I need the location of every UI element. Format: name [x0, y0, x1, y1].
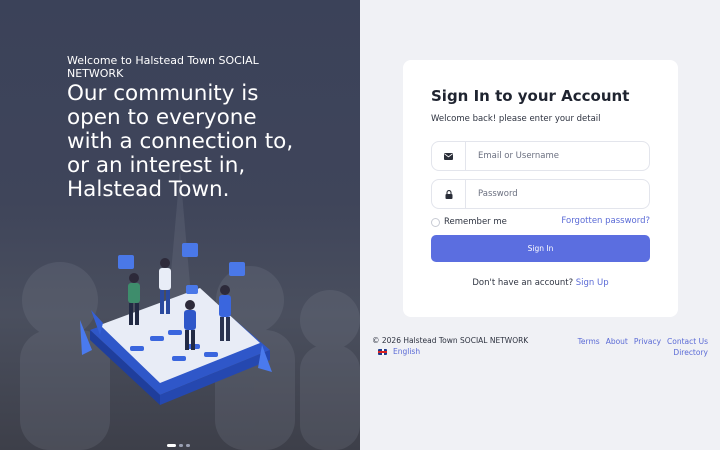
language-label[interactable]: English [393, 347, 420, 356]
envelope-icon [432, 142, 466, 170]
copyright: © 2026 Halstead Town SOCIAL NETWORK [372, 336, 529, 345]
footer-link-terms[interactable]: Terms [578, 337, 600, 346]
carousel-dot-1[interactable] [167, 444, 176, 447]
forgot-password-link[interactable]: Forgotten password? [561, 216, 650, 226]
carousel-dot-3[interactable] [186, 444, 190, 447]
password-field-group [431, 179, 650, 209]
remember-me[interactable]: Remember me [431, 217, 507, 227]
hero-headline: Our community is open to everyone with a… [67, 81, 294, 202]
signup-prompt: Don't have an account? Sign Up [403, 278, 678, 288]
footer-link-contact[interactable]: Contact Us [667, 337, 708, 346]
sign-in-button[interactable]: Sign In [431, 235, 650, 262]
login-subtitle: Welcome back! please enter your detail [431, 114, 601, 124]
lock-icon [432, 180, 466, 208]
footer-link-directory[interactable]: Directory [673, 348, 708, 357]
uk-flag-icon [378, 348, 387, 355]
hero-panel: Welcome to Halstead Town SOCIAL NETWORK … [0, 0, 360, 450]
language-selector[interactable]: English [378, 347, 420, 356]
remember-me-label: Remember me [444, 217, 507, 227]
signup-prompt-text: Don't have an account? [472, 278, 574, 288]
carousel-dots [167, 444, 190, 447]
login-card: Sign In to your Account Welcome back! pl… [403, 60, 678, 317]
sign-up-link[interactable]: Sign Up [576, 278, 609, 288]
password-input[interactable] [466, 180, 649, 208]
login-title: Sign In to your Account [431, 87, 630, 105]
carousel-dot-2[interactable] [179, 444, 183, 447]
hero-subtitle: Welcome to Halstead Town SOCIAL NETWORK [67, 54, 259, 80]
footer-link-about[interactable]: About [606, 337, 628, 346]
email-field-group [431, 141, 650, 171]
email-input[interactable] [466, 142, 649, 170]
footer-link-privacy[interactable]: Privacy [634, 337, 661, 346]
remember-me-checkbox[interactable] [431, 217, 440, 227]
footer-links: Terms About Privacy Contact Us Directory [558, 336, 708, 358]
